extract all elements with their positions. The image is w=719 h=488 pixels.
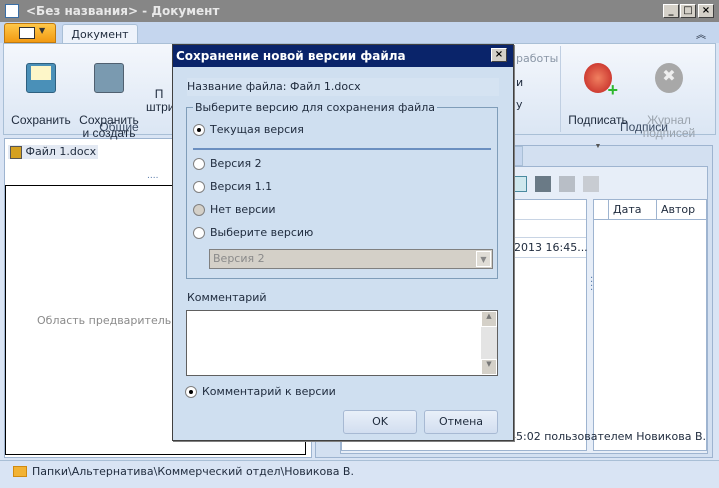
- collapse-ribbon-icon[interactable]: ︽: [696, 26, 706, 41]
- floppy-icon: [26, 63, 56, 93]
- reject-icon[interactable]: [583, 176, 599, 192]
- column-header-author[interactable]: Автор: [657, 200, 695, 219]
- document-lock-icon: [10, 145, 22, 159]
- radio-comment-to-version[interactable]: Комментарий к версии: [185, 385, 336, 399]
- tab-document[interactable]: Документ: [62, 24, 138, 44]
- group-separator: [560, 46, 561, 132]
- barcode-button[interactable]: П штри: [146, 88, 172, 114]
- file-name-label: Название файла:: [187, 80, 287, 93]
- folder-path[interactable]: Папки\Альтернатива\Коммерческий отдел\Но…: [32, 461, 354, 483]
- approve-icon[interactable]: [559, 176, 575, 192]
- dialog-close-button[interactable]: ×: [491, 48, 507, 62]
- scroll-down-icon: ▼: [481, 359, 497, 375]
- signature-log-button[interactable]: ✖ Журнал подписей: [634, 50, 704, 153]
- maximize-button[interactable]: □: [680, 4, 696, 18]
- file-name-value: Файл 1.docx: [289, 80, 361, 93]
- window-title: <Без названия> - Документ: [26, 4, 220, 18]
- scrollbar[interactable]: ▲ ▼: [481, 311, 497, 375]
- dialog-title: Сохранение новой версии файла: [173, 45, 513, 67]
- chevron-down-icon[interactable]: ▼: [476, 251, 491, 267]
- version-group: Выберите версию для сохранения файла Тек…: [186, 101, 498, 279]
- save-version-icon[interactable]: [535, 176, 551, 192]
- save-new-icon: [94, 63, 124, 93]
- status-bar: Папки\Альтернатива\Коммерческий отдел\Но…: [0, 460, 719, 488]
- title-bar: <Без названия> - Документ: [0, 0, 719, 22]
- app-icon: [5, 4, 19, 18]
- version-group-label: Выберите версию для сохранения файла: [193, 101, 438, 114]
- radio-version-1-1[interactable]: Версия 1.1: [193, 180, 272, 194]
- cancel-button[interactable]: Отмена: [424, 410, 498, 434]
- column-header-date[interactable]: Дата: [609, 200, 657, 219]
- signature-log-icon: ✖: [655, 63, 683, 93]
- save-button[interactable]: Сохранить: [8, 50, 74, 140]
- radio-no-version[interactable]: Нет версии: [193, 203, 276, 217]
- divider: [193, 148, 491, 150]
- ribbon-item-partial[interactable]: и: [516, 76, 523, 89]
- sign-button[interactable]: + Подписать ▼: [564, 50, 632, 166]
- ribbon-item-partial[interactable]: работы: [516, 52, 558, 65]
- splitter-handle[interactable]: ....: [147, 171, 158, 181]
- radio-current-version[interactable]: Текущая версия: [193, 123, 304, 137]
- save-and-create-button[interactable]: Сохранить и создать: [76, 50, 142, 153]
- ribbon-item-partial[interactable]: у: [516, 98, 523, 111]
- version-status-text: 16:45:02 пользователем Новикова В.: [491, 430, 706, 443]
- save-version-dialog: Сохранение новой версии файла × Название…: [172, 44, 514, 441]
- version-select[interactable]: Версия 2 ▼: [209, 249, 493, 269]
- ok-button[interactable]: OK: [343, 410, 417, 434]
- radio-choose-version[interactable]: Выберите версию: [193, 226, 313, 240]
- radio-version-2[interactable]: Версия 2: [193, 157, 262, 171]
- comment-label: Комментарий: [187, 291, 267, 304]
- close-button[interactable]: ×: [698, 4, 714, 18]
- sign-badge-icon: +: [584, 63, 618, 99]
- minimize-button[interactable]: _: [663, 4, 679, 18]
- application-menu-button[interactable]: ▼: [4, 23, 56, 43]
- signatures-list: Дата Автор: [593, 199, 707, 451]
- folder-icon: [13, 466, 27, 477]
- scroll-up-icon: ▲: [481, 311, 497, 327]
- comment-textarea[interactable]: ▲ ▼: [186, 310, 498, 376]
